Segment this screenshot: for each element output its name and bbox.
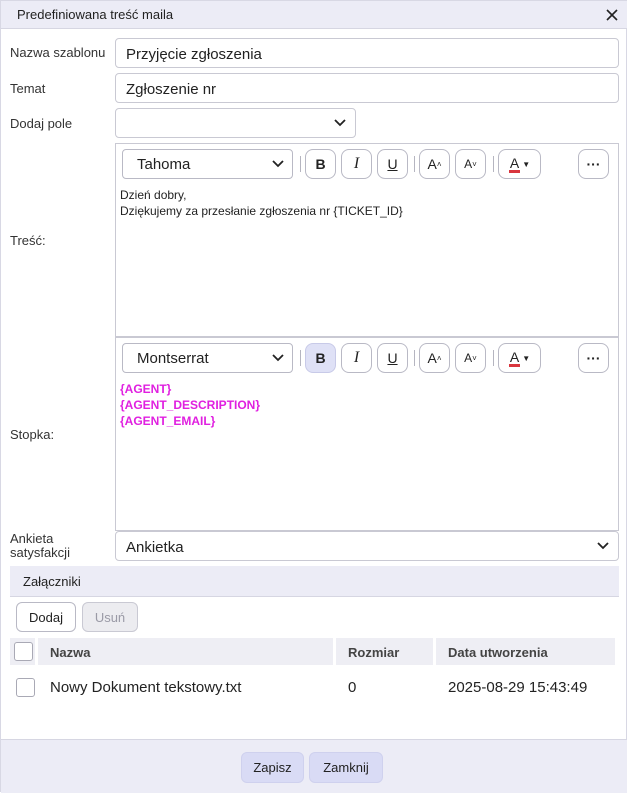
attachment-name: Nowy Dokument tekstowy.txt: [50, 679, 242, 696]
chevron-down-icon: [272, 354, 284, 362]
more-options-button[interactable]: ···: [578, 343, 609, 373]
row-checkbox[interactable]: [16, 678, 35, 697]
footer-editor-toolbar: Montserrat B I U A ˄ A ˅ A ▼ ···: [116, 338, 618, 378]
attachment-size: 0: [348, 679, 357, 696]
select-all-cell: [10, 638, 35, 665]
footer-font-select[interactable]: Montserrat: [122, 343, 293, 373]
template-name-label: Nazwa szablonu: [10, 45, 106, 60]
toolbar-separator: [493, 350, 494, 366]
footer-editor-content[interactable]: {AGENT} {AGENT_DESCRIPTION} {AGENT_EMAIL…: [120, 381, 614, 429]
body-font-value: Tahoma: [137, 156, 191, 173]
decrease-font-button[interactable]: A ˅: [455, 149, 486, 179]
font-color-button[interactable]: A ▼: [498, 149, 541, 179]
save-button[interactable]: Zapisz: [241, 752, 304, 783]
add-attachment-button[interactable]: Dodaj: [16, 602, 76, 632]
close-icon[interactable]: [602, 5, 622, 25]
subject-input[interactable]: Zgłoszenie nr: [115, 73, 619, 103]
caret-up-icon: ˄: [436, 159, 442, 169]
column-header-created[interactable]: Data utworzenia: [436, 638, 615, 665]
attachments-title: Załączniki: [23, 574, 81, 589]
body-editor-toolbar: Tahoma B I U A ˄ A ˅ A ▼ ···: [116, 144, 618, 184]
decrease-font-button[interactable]: A ˅: [455, 343, 486, 373]
chevron-down-icon: [272, 160, 284, 168]
italic-button[interactable]: I: [341, 343, 372, 373]
caret-down-icon: ▼: [522, 353, 531, 363]
toolbar-separator: [493, 156, 494, 172]
caret-up-icon: ˄: [436, 353, 442, 363]
footer-editor[interactable]: Montserrat B I U A ˄ A ˅ A ▼ ··· {AGENT} {…: [115, 337, 619, 531]
font-color-icon: A: [508, 154, 521, 173]
caret-down-icon: ▼: [522, 159, 531, 169]
more-icon: ···: [586, 156, 601, 172]
chevron-down-icon: [334, 119, 346, 127]
attachment-created: 2025-08-29 15:43:49: [448, 679, 588, 696]
body-editor-content[interactable]: Dzień dobry, Dziękujemy za przesłanie zg…: [120, 187, 614, 219]
dialog-footer: Zapisz Zamknij: [1, 739, 627, 793]
survey-label: Ankieta satysfakcji: [10, 531, 70, 560]
attachments-header: Załączniki: [10, 566, 619, 597]
bold-button[interactable]: B: [305, 149, 336, 179]
caret-down-icon: ˅: [472, 353, 477, 363]
increase-font-button[interactable]: A ˄: [419, 343, 450, 373]
template-name-input[interactable]: Przyjęcie zgłoszenia: [115, 38, 619, 68]
email-template-dialog: Predefiniowana treść maila Nazwa szablon…: [0, 0, 627, 793]
more-icon: ···: [586, 350, 601, 366]
body-font-select[interactable]: Tahoma: [122, 149, 293, 179]
footer-label: Stopka:: [10, 427, 55, 442]
toolbar-separator: [300, 156, 301, 172]
body-label: Treść:: [10, 233, 46, 248]
body-line: Dzień dobry,: [120, 188, 187, 202]
chevron-down-icon: [597, 542, 609, 550]
footer-tag: {AGENT_EMAIL}: [120, 414, 216, 428]
font-color-button[interactable]: A ▼: [498, 343, 541, 373]
caret-down-icon: ˅: [472, 159, 477, 169]
toolbar-separator: [414, 156, 415, 172]
body-editor[interactable]: Tahoma B I U A ˄ A ˅ A ▼ ··· Dzień dobry, …: [115, 143, 619, 337]
underline-button[interactable]: U: [377, 149, 408, 179]
select-all-checkbox[interactable]: [14, 642, 33, 661]
more-options-button[interactable]: ···: [578, 149, 609, 179]
column-header-name[interactable]: Nazwa: [38, 638, 333, 665]
body-line: Dziękujemy za przesłanie zgłoszenia nr {…: [120, 204, 403, 218]
toolbar-separator: [414, 350, 415, 366]
increase-font-button[interactable]: A ˄: [419, 149, 450, 179]
font-color-icon: A: [508, 348, 521, 367]
column-header-size[interactable]: Rozmiar: [336, 638, 433, 665]
dialog-titlebar: Predefiniowana treść maila: [1, 1, 627, 29]
survey-value: Ankietka: [126, 539, 184, 556]
bold-button[interactable]: B: [305, 343, 336, 373]
survey-select[interactable]: Ankietka: [115, 531, 619, 561]
underline-button[interactable]: U: [377, 343, 408, 373]
add-field-select[interactable]: [115, 108, 356, 138]
close-button[interactable]: Zamknij: [309, 752, 383, 783]
toolbar-separator: [300, 350, 301, 366]
add-field-label: Dodaj pole: [10, 116, 73, 131]
footer-tag: {AGENT_DESCRIPTION}: [120, 398, 261, 412]
italic-button[interactable]: I: [341, 149, 372, 179]
subject-label: Temat: [10, 81, 46, 96]
remove-attachment-button[interactable]: Usuń: [82, 602, 138, 632]
footer-tag: {AGENT}: [120, 382, 172, 396]
footer-font-value: Montserrat: [137, 350, 209, 367]
dialog-title: Predefiniowana treść maila: [17, 7, 174, 22]
